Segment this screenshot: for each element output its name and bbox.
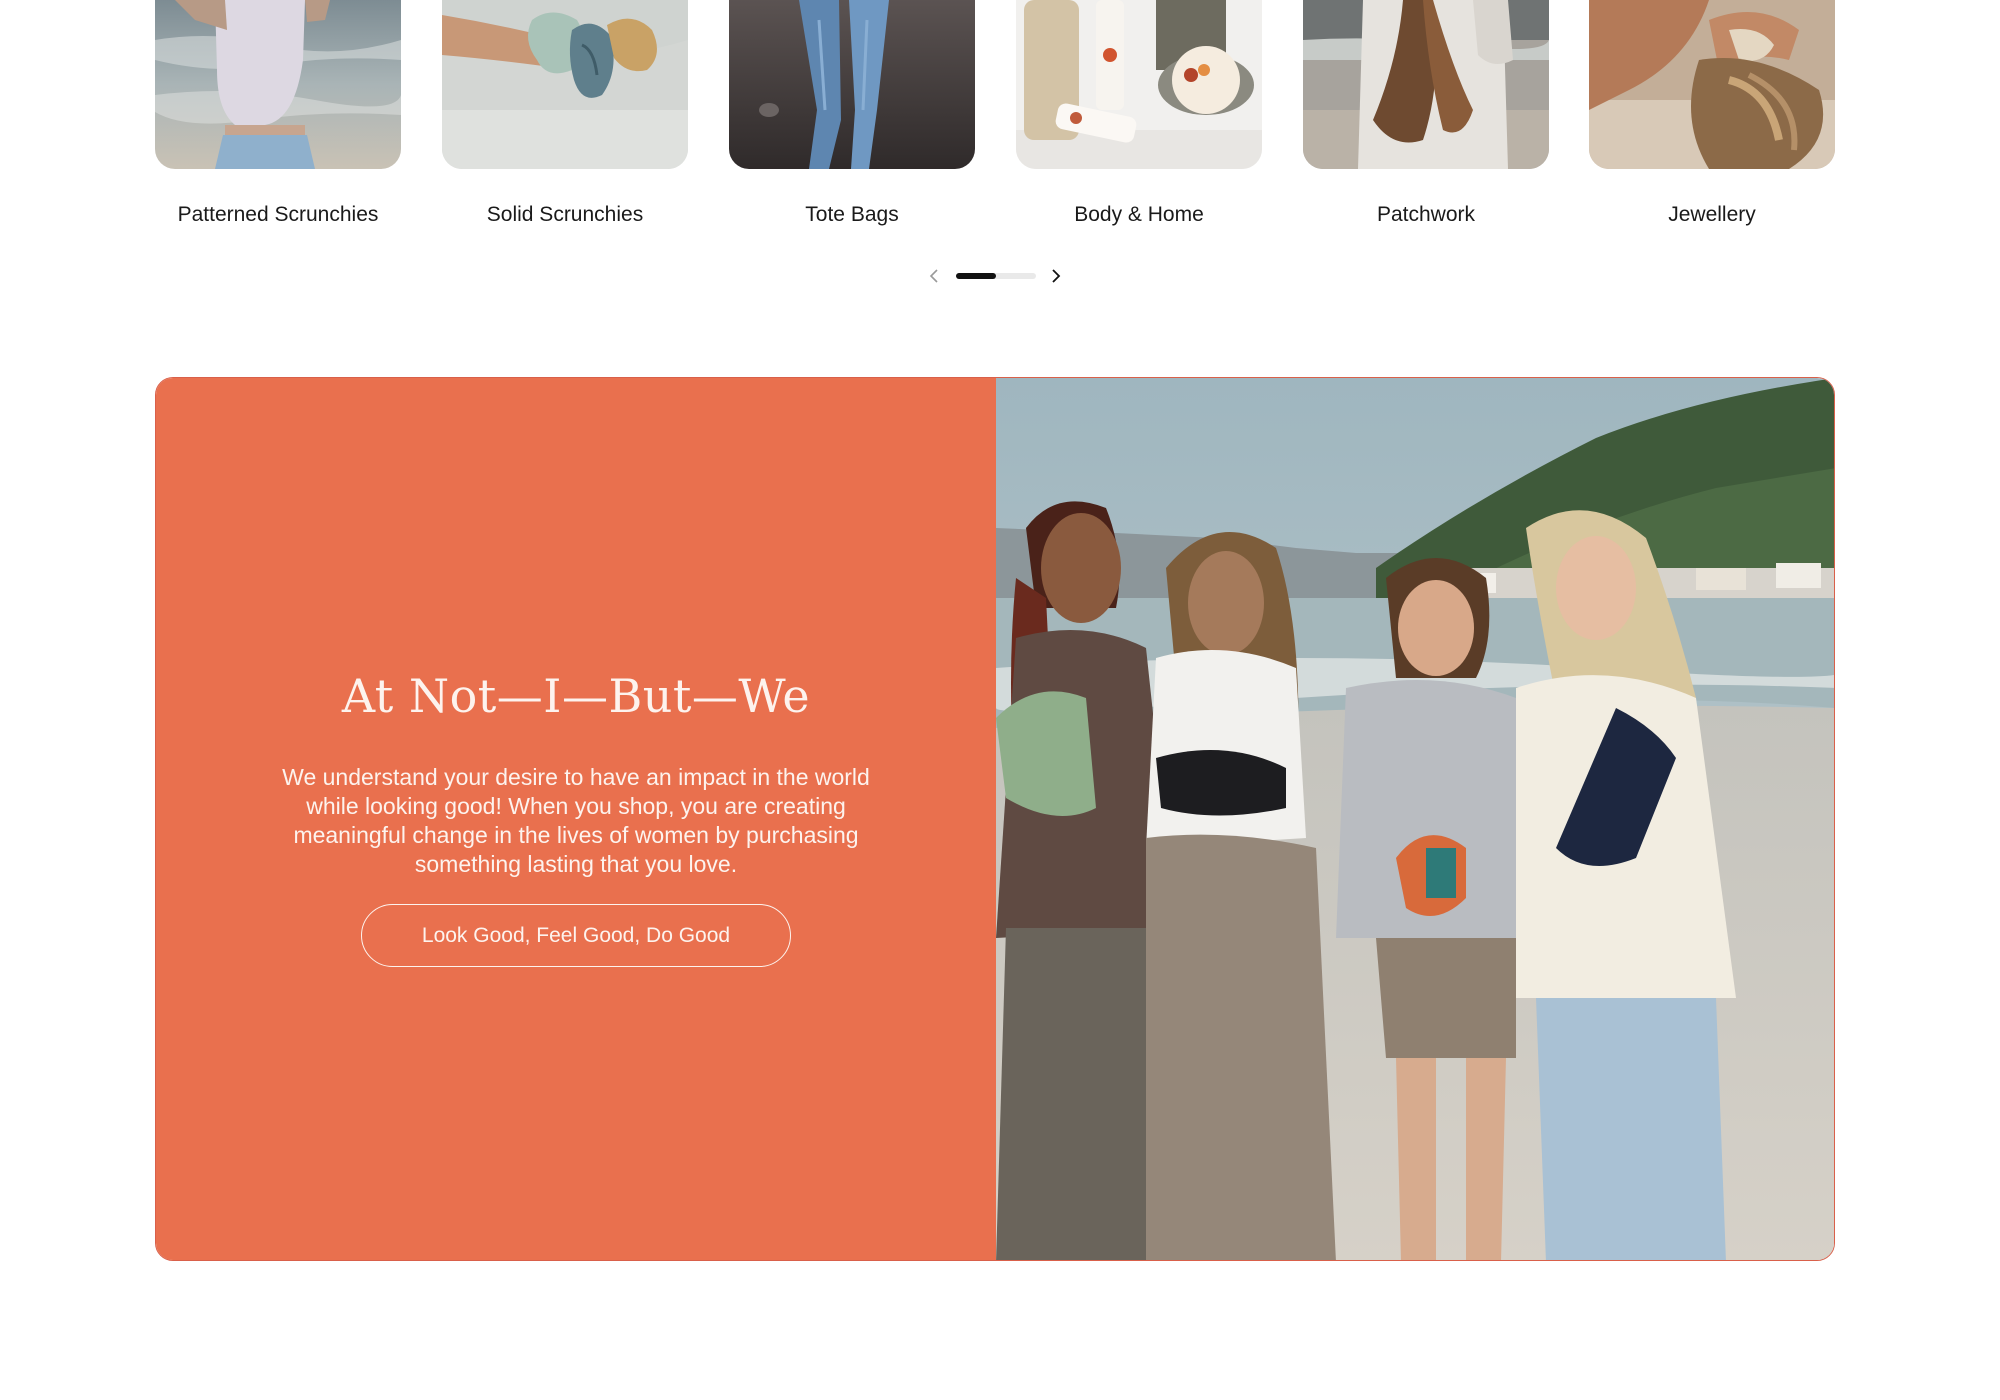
category-card-body-home[interactable]: Body & Home [1016, 0, 1262, 240]
category-image-patchwork[interactable] [1303, 0, 1549, 169]
carousel-pager [920, 261, 1070, 291]
chevron-left-icon[interactable] [920, 261, 950, 291]
category-image-body-home[interactable] [1016, 0, 1262, 169]
category-card-jewellery[interactable]: Jewellery [1589, 0, 1835, 240]
category-label[interactable]: Patchwork [1303, 200, 1549, 230]
category-label[interactable]: Patterned Scrunchies [155, 200, 401, 230]
chevron-right-icon[interactable] [1040, 261, 1070, 291]
category-image-jewellery[interactable] [1589, 0, 1835, 169]
mission-description: We understand your desire to have an imp… [282, 764, 870, 877]
look-good-feel-good-do-good-button[interactable]: Look Good, Feel Good, Do Good [361, 904, 791, 967]
category-card-patchwork[interactable]: Patchwork [1303, 0, 1549, 240]
category-track: Patterned Scrunchies Solid Scrunchies To… [155, 0, 1835, 240]
category-card-tote-bags[interactable]: Tote Bags [729, 0, 975, 240]
category-image-solid-scrunchies[interactable] [442, 0, 688, 169]
category-label[interactable]: Jewellery [1589, 200, 1835, 230]
category-label[interactable]: Body & Home [1016, 200, 1262, 230]
carousel-progress-fill [956, 273, 996, 279]
mission-text-panel: At Not—I—But—We We understand your desir… [156, 378, 996, 1260]
category-label[interactable]: Tote Bags [729, 200, 975, 230]
category-carousel: Patterned Scrunchies Solid Scrunchies To… [155, 0, 1835, 300]
four-women-on-beach-photo [996, 378, 1834, 1260]
page: Patterned Scrunchies Solid Scrunchies To… [0, 0, 2000, 1400]
category-card-solid-scrunchies[interactable]: Solid Scrunchies [442, 0, 688, 240]
category-image-tote-bags[interactable] [729, 0, 975, 169]
category-image-patterned-scrunchies[interactable] [155, 0, 401, 169]
category-card-patterned-scrunchies[interactable]: Patterned Scrunchies [155, 0, 401, 240]
category-label[interactable]: Solid Scrunchies [442, 200, 688, 230]
carousel-progress-track[interactable] [956, 273, 1036, 279]
mission-banner: At Not—I—But—We We understand your desir… [155, 377, 1835, 1261]
mission-heading: At Not—I—But—We [341, 669, 811, 723]
